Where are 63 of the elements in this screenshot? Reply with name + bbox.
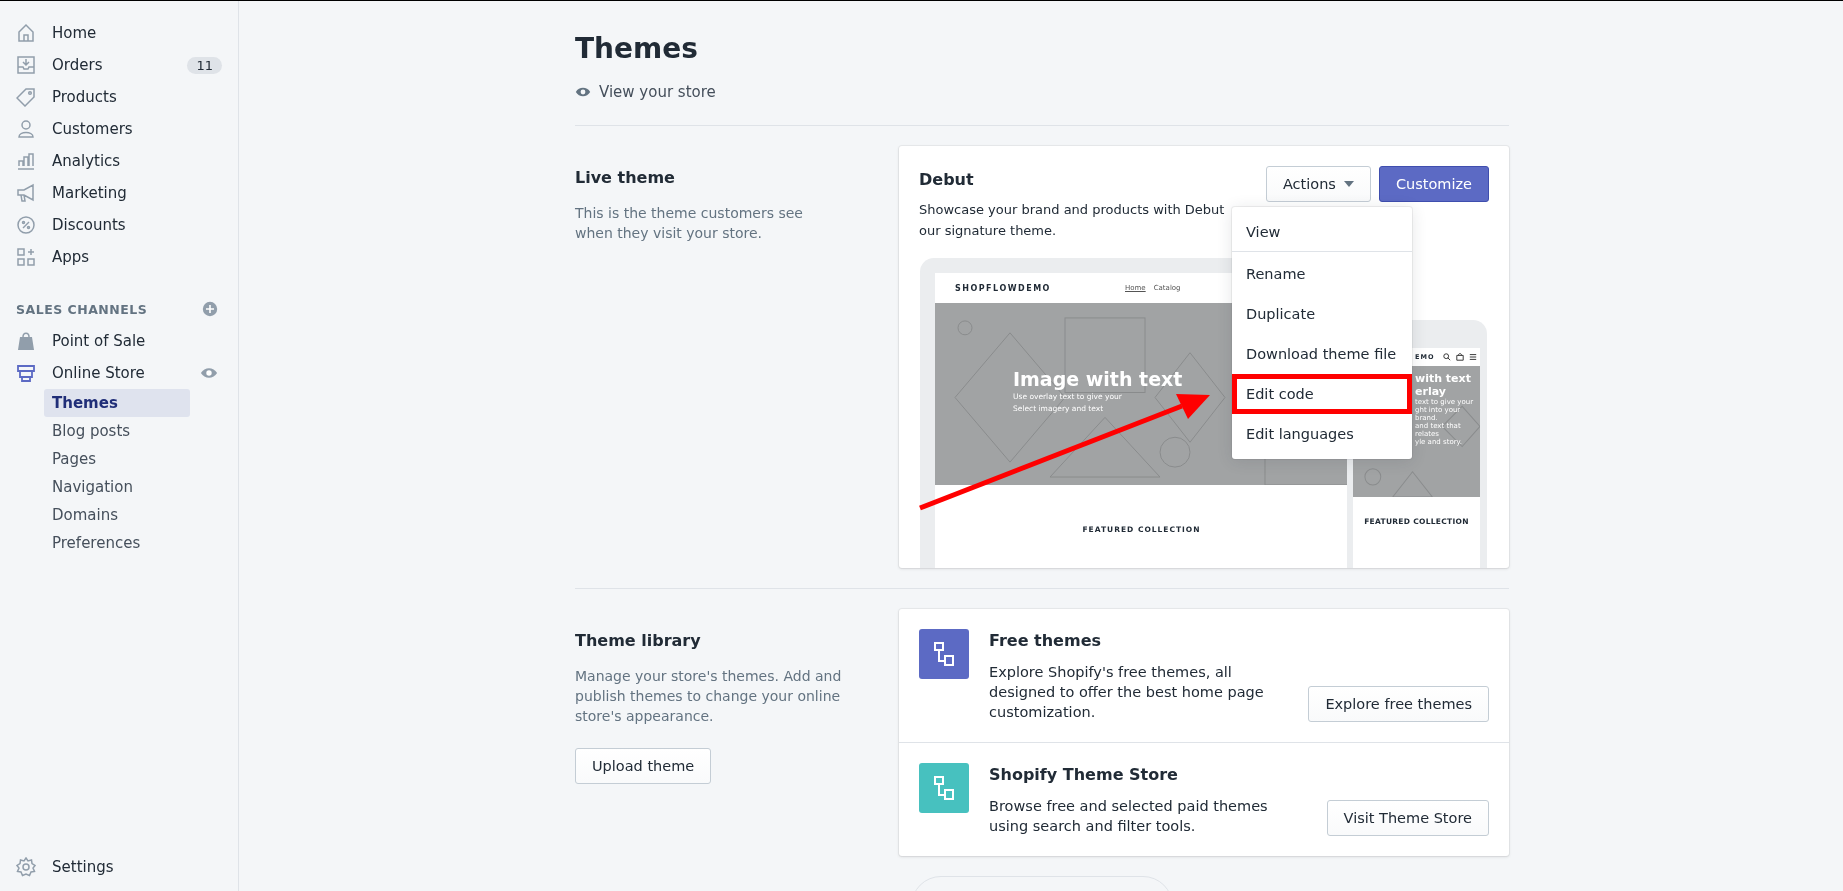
item-description: Explore Shopify's free themes, all designed to offer the best home page customization. (989, 663, 1265, 722)
theme-description: Showcase your brand and products with Debut (919, 202, 1225, 217)
item-title: Free themes (989, 631, 1102, 650)
view-store-link[interactable]: View your store (599, 83, 716, 101)
subnav-item[interactable]: Preferences (44, 529, 190, 557)
badge-percent-icon (16, 215, 36, 235)
library-button[interactable]: Explore free themes (1308, 686, 1489, 722)
subnav-item[interactable]: Navigation (44, 473, 190, 501)
menu-icon (1469, 353, 1478, 361)
subnav-item[interactable]: Pages (44, 445, 190, 473)
customize-button[interactable]: Customize (1378, 166, 1489, 202)
menu-item[interactable]: Rename (1232, 254, 1412, 294)
section-heading: Live theme (575, 168, 676, 187)
library-button[interactable]: Visit Theme Store (1326, 800, 1489, 836)
menu-item[interactable]: Download theme file (1232, 334, 1412, 374)
apps-grid-icon (16, 247, 36, 267)
bag-icon (1456, 353, 1465, 361)
tag-icon (16, 87, 36, 107)
bar-chart-icon (16, 151, 36, 171)
nav-item[interactable]: Orders 11 (0, 49, 238, 81)
upload-theme-button[interactable]: Upload theme (575, 748, 712, 784)
house-icon (16, 23, 36, 43)
page-title: Themes (575, 32, 699, 65)
nav-item[interactable]: Point of Sale (0, 325, 238, 357)
nav-item[interactable]: Home (0, 17, 238, 49)
item-description: Browse free and selected paid themes using search and filter tools. (989, 797, 1269, 836)
section-description: This is the theme customers see when they visit your store. (575, 204, 804, 243)
nav-item[interactable]: Customers (0, 113, 238, 145)
store-logo: SHOPFLOWDEMO (955, 283, 1052, 293)
section-heading: Theme library (575, 631, 702, 650)
megaphone-icon (16, 183, 36, 203)
nav-item[interactable]: Discounts (0, 209, 238, 241)
shopping-bag-icon (16, 331, 36, 351)
menu-item[interactable]: View (1232, 212, 1412, 252)
nav-item[interactable]: Online Store (0, 357, 238, 389)
inbox-icon (16, 55, 36, 75)
search-icon (1443, 353, 1452, 361)
hero-title: with text (1415, 372, 1471, 385)
subnav-item[interactable]: Blog posts (44, 417, 190, 445)
person-icon (16, 119, 36, 139)
menu-item[interactable]: Edit languages (1232, 414, 1412, 454)
nav-item[interactable]: Products (0, 81, 238, 113)
section-description: Manage your store's themes. Add and publish themes to change your online store's appearance. (575, 667, 843, 726)
item-title: Shopify Theme Store (989, 765, 1179, 784)
menu-item[interactable]: Edit code (1232, 374, 1412, 414)
nav-item[interactable]: Analytics (0, 145, 238, 177)
subnav-item[interactable]: Domains (44, 501, 190, 529)
caret-icon (1343, 181, 1354, 187)
settings-icon (16, 857, 36, 877)
subnav-item[interactable]: Themes (44, 389, 190, 417)
nav-item[interactable]: Marketing (0, 177, 238, 209)
nav-item[interactable]: Apps (0, 241, 238, 273)
theme-name: Debut (919, 170, 975, 189)
hero-title: erlay (1415, 385, 1446, 398)
add-icon[interactable] (202, 301, 218, 317)
section-heading: SALES CHANNELS (16, 301, 148, 317)
count-badge: 11 (187, 56, 222, 74)
theme-description: our signature theme. (919, 223, 1057, 238)
nav-item[interactable]: Settings (0, 851, 238, 883)
hero-title: Image with text (1013, 368, 1183, 390)
menu-item[interactable]: Duplicate (1232, 294, 1412, 334)
actions-button[interactable]: Actions (1265, 166, 1371, 202)
storefront-icon (16, 363, 36, 383)
